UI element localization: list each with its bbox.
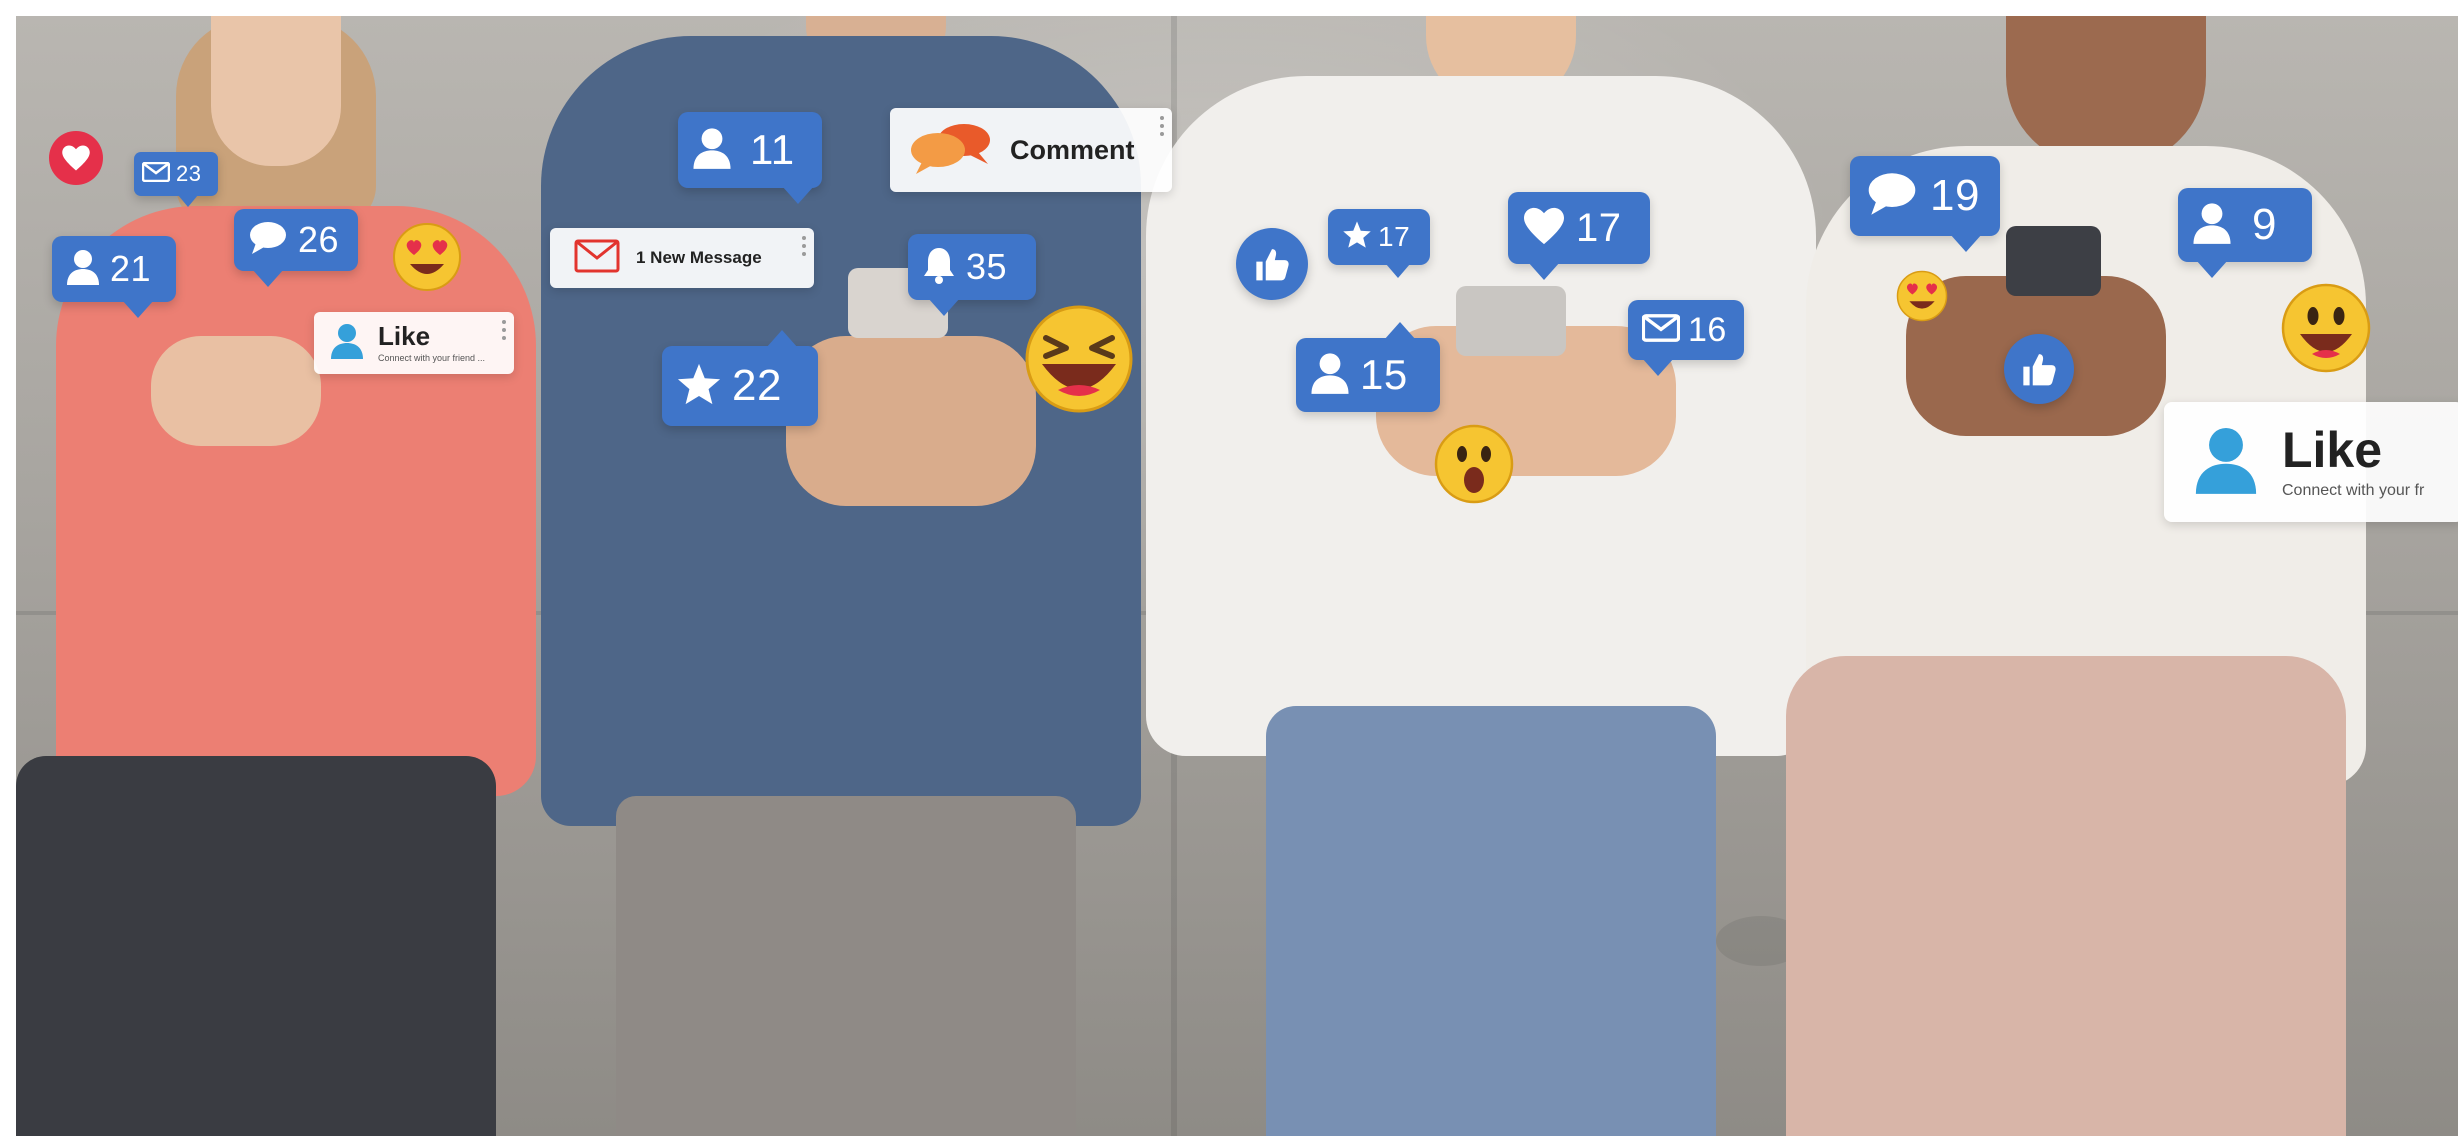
- star-icon: [1342, 220, 1372, 254]
- mail-notification-bubble: 23: [134, 152, 218, 207]
- comment-notification-bubble: 19: [1850, 156, 2000, 252]
- comment-card: Comment: [890, 108, 1172, 192]
- face: [211, 16, 341, 166]
- thumbs-up-icon: [2004, 334, 2074, 404]
- photo-scene: 23 21 26 Like Connect with your friend .…: [16, 16, 2458, 1136]
- heart-icon: [49, 131, 103, 185]
- mail-icon: [574, 239, 620, 278]
- mail-notification-bubble: 16: [1628, 300, 1744, 376]
- mail-count: 23: [176, 161, 202, 186]
- hands: [151, 336, 321, 446]
- message-label: 1 New Message: [636, 248, 762, 267]
- user-icon: [66, 248, 100, 291]
- heart-eyes-emoji-icon: [1896, 270, 1948, 322]
- star-notification-bubble: 22: [662, 330, 818, 426]
- comment-label: Comment: [1010, 134, 1135, 165]
- grinning-emoji-icon: [2281, 283, 2371, 373]
- user-count: 11: [750, 126, 795, 173]
- laughing-emoji-icon: [1025, 305, 1133, 413]
- thumbs-up-icon: [1236, 228, 1308, 300]
- comment-notification-bubble: 26: [234, 209, 358, 287]
- jeans: [16, 756, 496, 1136]
- surprised-emoji-icon: [1434, 424, 1514, 504]
- user-notification-bubble: 11: [678, 112, 822, 204]
- new-message-card: 1 New Message: [550, 228, 814, 288]
- user-count: 15: [1360, 351, 1408, 398]
- heart-count: 17: [1576, 205, 1622, 250]
- comment-count: 26: [298, 219, 340, 260]
- user-count: 21: [110, 248, 152, 289]
- like-card-subtitle: Connect with your friend ...: [378, 353, 486, 363]
- star-notification-bubble: 17: [1328, 209, 1430, 278]
- card-menu-icon[interactable]: [802, 236, 806, 260]
- user-icon: [1310, 351, 1350, 400]
- user-count: 9: [2252, 200, 2277, 249]
- bell-notification-bubble: 35: [908, 234, 1036, 316]
- phone: [1456, 286, 1566, 356]
- jeans: [1266, 706, 1716, 1136]
- user-notification-bubble: 9: [2178, 188, 2312, 278]
- bell-count: 35: [966, 246, 1008, 287]
- heart-notification-bubble: 17: [1508, 192, 1650, 280]
- card-menu-icon[interactable]: [1160, 116, 1164, 140]
- face: [2006, 16, 2206, 166]
- star-count: 22: [732, 361, 782, 410]
- hands: [786, 336, 1036, 506]
- star-icon: [676, 362, 722, 411]
- comment-icon: [908, 120, 994, 181]
- like-card-small: Like Connect with your friend ...: [314, 312, 514, 374]
- card-menu-icon[interactable]: [502, 320, 506, 344]
- user-icon: [2194, 424, 2258, 501]
- star-count: 17: [1378, 221, 1411, 252]
- like-card-large: Like Connect with your fr: [2164, 402, 2458, 522]
- bell-icon: [922, 246, 956, 289]
- pants: [1786, 656, 2346, 1136]
- like-card-title: Like: [378, 321, 431, 351]
- user-icon: [330, 322, 364, 365]
- comment-count: 19: [1930, 171, 1980, 220]
- pants: [616, 796, 1076, 1136]
- comment-icon: [248, 221, 288, 260]
- like-card-title: Like: [2282, 422, 2383, 478]
- user-icon: [2192, 201, 2232, 250]
- heart-icon: [1522, 206, 1566, 251]
- mail-count: 16: [1688, 310, 1727, 349]
- mail-icon: [141, 161, 171, 187]
- phone: [2006, 226, 2101, 296]
- user-notification-bubble: 21: [52, 236, 176, 318]
- user-icon: [692, 126, 732, 175]
- user-notification-bubble: 15: [1296, 322, 1440, 412]
- heart-eyes-emoji-icon: [393, 223, 461, 291]
- like-card-subtitle: Connect with your fr: [2282, 482, 2425, 499]
- comment-icon: [1864, 172, 1920, 221]
- mail-icon: [1641, 313, 1681, 347]
